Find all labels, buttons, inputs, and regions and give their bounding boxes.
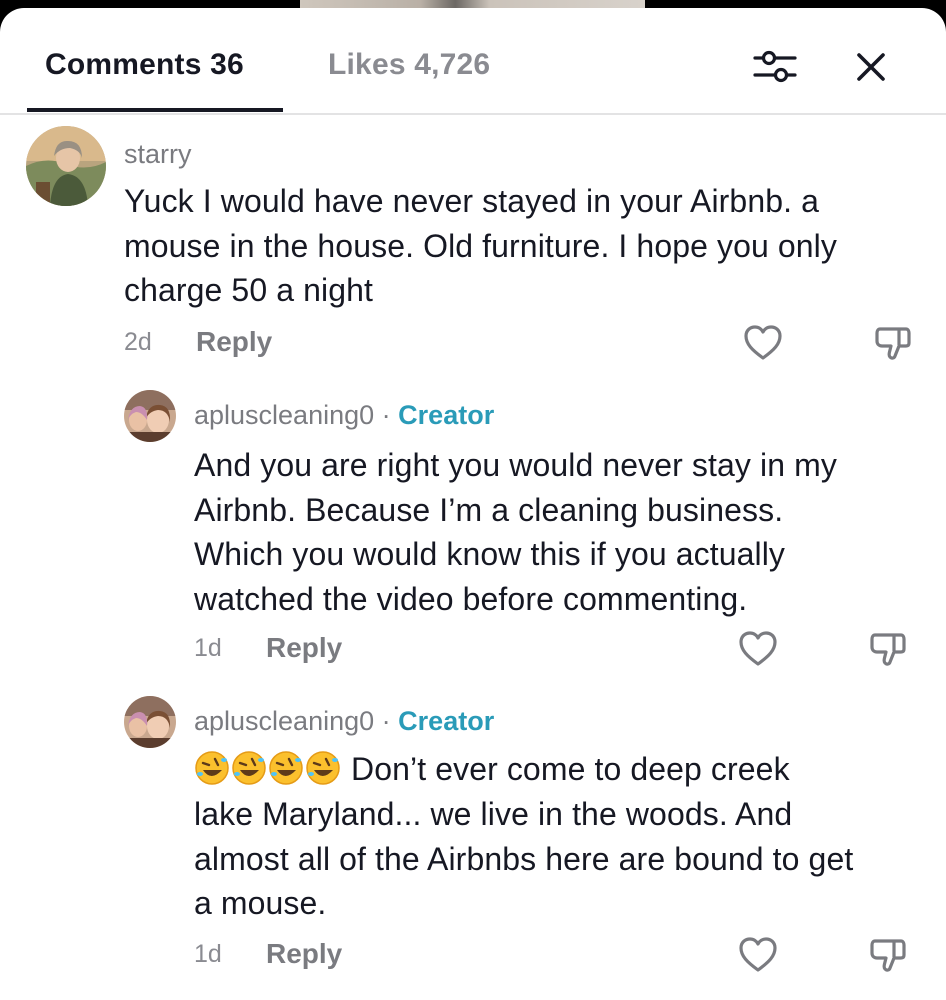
rolling-laughing-emoji-icon bbox=[269, 751, 303, 785]
rolling-laughing-emoji-icon bbox=[195, 751, 229, 785]
comment-time: 2d bbox=[124, 328, 152, 356]
comment-text: lake Maryland... we live in the woods. A… bbox=[194, 796, 854, 921]
emoji-group bbox=[194, 751, 351, 787]
separator-dot: · bbox=[381, 400, 391, 430]
dislike-icon[interactable] bbox=[867, 936, 909, 974]
rolling-laughing-emoji-icon bbox=[306, 751, 340, 785]
like-heart-icon[interactable] bbox=[737, 936, 779, 974]
reply-item: apluscleaning0 · Creator Don’t ever come… bbox=[0, 684, 946, 1000]
avatar[interactable] bbox=[124, 390, 176, 442]
comment-time: 1d bbox=[194, 940, 222, 968]
dislike-icon[interactable] bbox=[872, 324, 914, 362]
rolling-laughing-emoji-icon bbox=[232, 751, 266, 785]
reply-button[interactable]: Reply bbox=[266, 632, 342, 664]
avatar[interactable] bbox=[124, 696, 176, 748]
comment-username[interactable]: apluscleaning0 bbox=[194, 706, 374, 736]
separator-dot: · bbox=[381, 706, 391, 736]
like-heart-icon[interactable] bbox=[742, 324, 784, 362]
comment-username[interactable]: starry bbox=[124, 137, 192, 171]
avatar[interactable] bbox=[26, 126, 106, 206]
comment-text: And you are right you would never stay i… bbox=[194, 447, 837, 617]
comment-time: 1d bbox=[194, 634, 222, 662]
comment-text-first-line: Don’t ever come to deep creek bbox=[194, 747, 934, 792]
dislike-icon[interactable] bbox=[867, 630, 909, 668]
creator-badge: Creator bbox=[398, 706, 495, 736]
comment-text: Don’t ever come to deep creek bbox=[351, 751, 790, 787]
comment-username[interactable]: apluscleaning0 bbox=[194, 400, 374, 430]
like-heart-icon[interactable] bbox=[737, 630, 779, 668]
comments-sheet: Comments 36 Likes 4,726 starry Yuck I wo… bbox=[0, 8, 946, 1000]
reply-username-line: apluscleaning0 · Creator bbox=[194, 398, 494, 432]
reply-button[interactable]: Reply bbox=[266, 938, 342, 970]
comment-text: Yuck I would have never stayed in your A… bbox=[124, 183, 837, 308]
comment-item: starry Yuck I would have never stayed in… bbox=[0, 8, 946, 378]
creator-badge: Creator bbox=[398, 400, 495, 430]
reply-username-line: apluscleaning0 · Creator bbox=[194, 704, 494, 738]
reply-item: apluscleaning0 · Creator And you are rig… bbox=[0, 378, 946, 684]
reply-button[interactable]: Reply bbox=[196, 326, 272, 358]
